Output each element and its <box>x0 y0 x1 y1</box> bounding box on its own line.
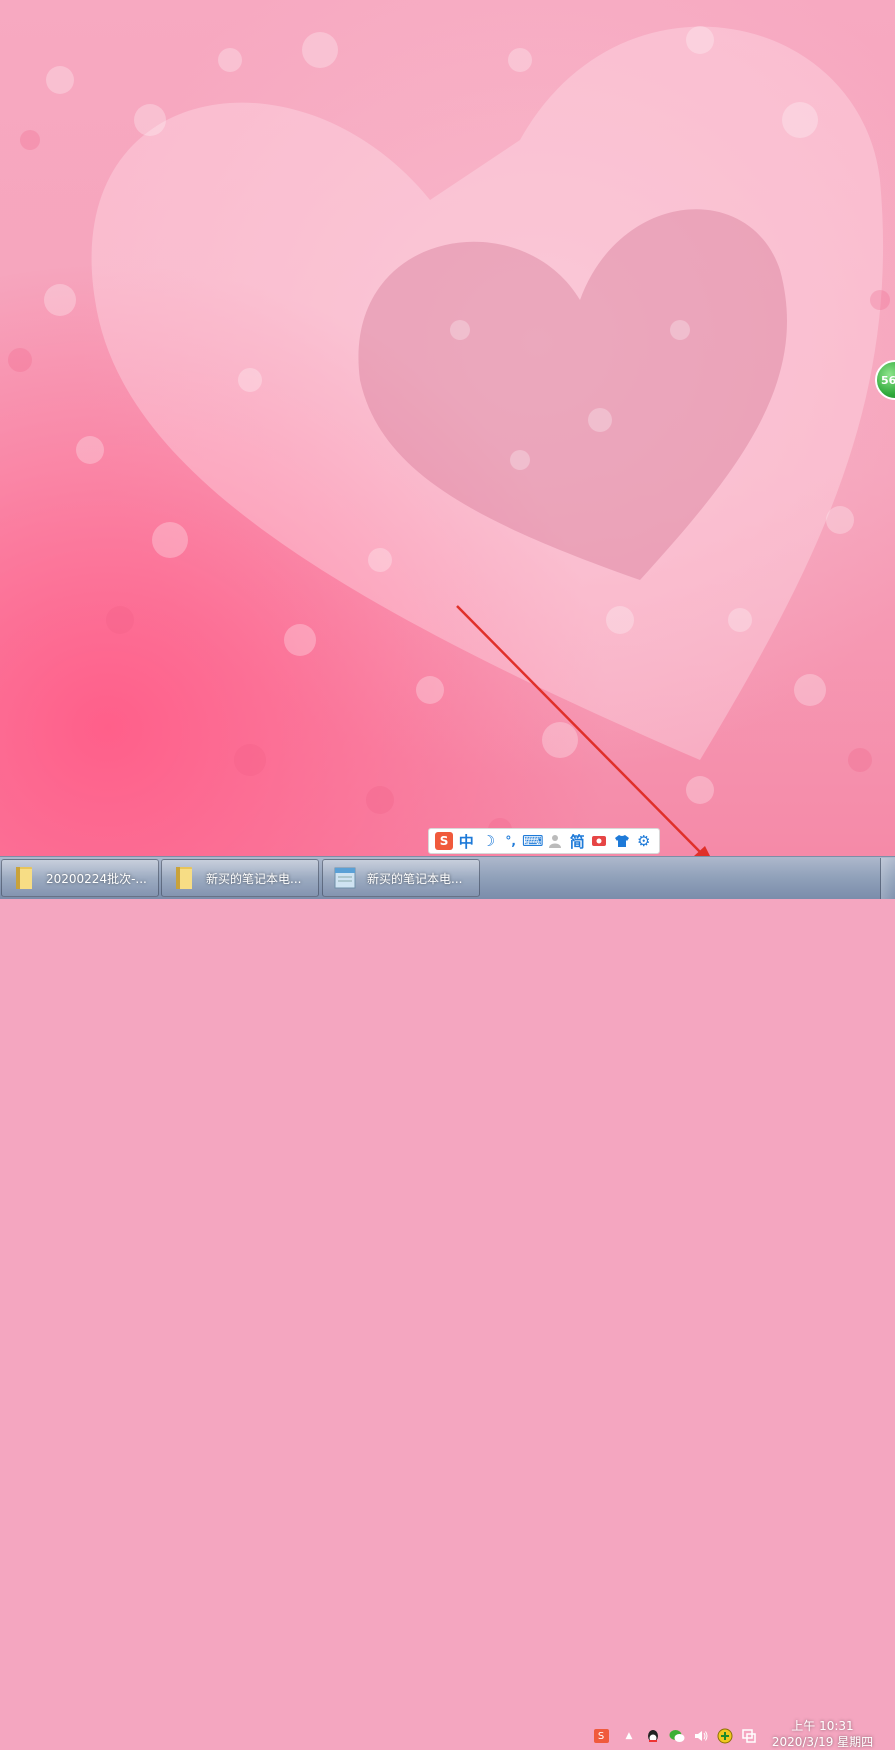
taskbar-button-folder-laptop[interactable]: 新买的笔记本电... <box>161 859 319 897</box>
taskbar: 20200224批次-... 新买的笔记本电... 新买的笔记本电... S ▲… <box>0 856 895 1749</box>
wallpaper-art <box>8 26 890 856</box>
system-clock[interactable]: 上午 10:31 2020/3/19 星期四 <box>765 1718 880 1750</box>
folder-icon <box>176 867 192 889</box>
taskbar-button-folder-batch[interactable]: 20200224批次-... <box>1 859 159 897</box>
notepad-icon <box>334 867 356 889</box>
simplified-icon[interactable]: 简 <box>567 831 587 851</box>
badge-label: 56 <box>881 373 895 387</box>
ime-toolbar[interactable]: S 中 ☽ °, ⌨ 简 ⚙ <box>428 828 660 854</box>
taskbar-button-notepad[interactable]: 新买的笔记本电... <box>322 859 480 897</box>
taskbar-button-label: 新买的笔记本电... <box>206 871 302 886</box>
user-icon[interactable] <box>545 831 565 851</box>
qq-icon[interactable] <box>645 1728 661 1744</box>
wechat-icon[interactable] <box>669 1728 685 1744</box>
network-plus-icon[interactable] <box>717 1728 733 1744</box>
skin-icon[interactable] <box>589 831 609 851</box>
chinese-mode-icon[interactable]: 中 <box>456 831 476 851</box>
taskbar-button-label: 20200224批次-... <box>46 871 147 886</box>
punctuation-icon[interactable]: °, <box>501 831 521 851</box>
sogou-tray-icon[interactable]: S <box>593 1728 609 1744</box>
folder-icon <box>16 867 32 889</box>
action-center-icon[interactable] <box>741 1728 757 1744</box>
clock-time: 上午 10:31 <box>791 1719 854 1733</box>
desktop-wallpaper: 56 S 中 ☽ °, ⌨ 简 ⚙ <box>0 0 895 856</box>
sogou-logo-icon[interactable]: S <box>434 831 454 851</box>
show-desktop-button[interactable] <box>880 858 895 899</box>
volume-icon[interactable] <box>693 1728 709 1744</box>
gear-icon[interactable]: ⚙ <box>634 831 654 851</box>
keyboard-icon[interactable]: ⌨ <box>522 831 544 851</box>
expand-tray-icon[interactable]: ▲ <box>621 1728 637 1744</box>
taskbar-button-label: 新买的笔记本电... <box>367 871 463 886</box>
clock-date: 2020/3/19 星期四 <box>771 1735 874 1749</box>
moon-icon[interactable]: ☽ <box>478 831 498 851</box>
shirt-icon[interactable] <box>612 831 632 851</box>
